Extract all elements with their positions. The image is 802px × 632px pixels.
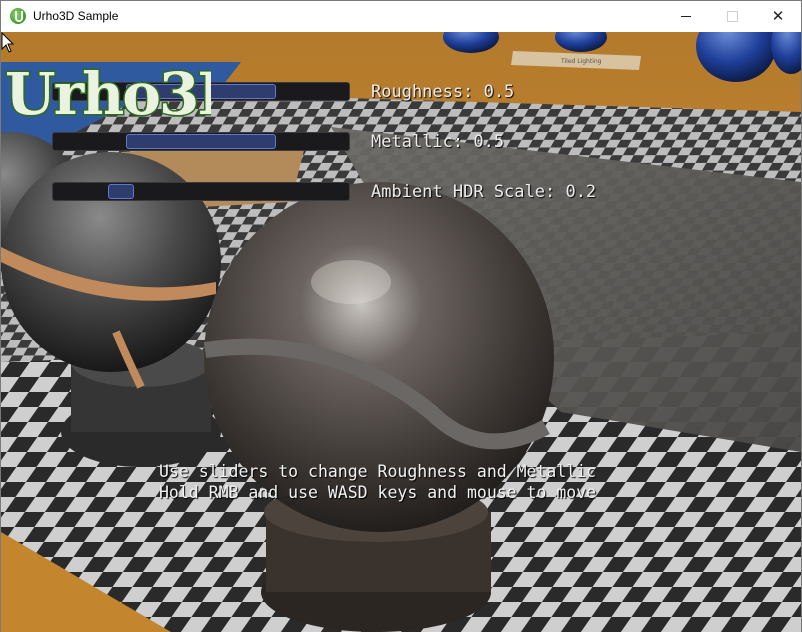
maximize-button[interactable] [709, 1, 755, 32]
ambient-hdr-scale-slider[interactable] [52, 182, 350, 201]
metallic-label: Metallic: 0.5 [371, 132, 505, 152]
ambient-hdr-scale-label: Ambient HDR Scale: 0.2 [371, 182, 597, 202]
app-window: Urho3D Sample ✕ Tiled Lighting Roughness… [0, 0, 802, 632]
urho3d-app-icon [10, 8, 26, 24]
roughness-label: Roughness: 0.5 [371, 82, 515, 102]
window-title: Urho3D Sample [33, 9, 119, 23]
urho3d-logo-text: Urho3D [5, 60, 211, 128]
scene-sign-text: Tiled Lighting [560, 58, 602, 65]
instructions-line-1: Use sliders to change Roughness and Meta… [159, 462, 597, 481]
minimize-button[interactable] [663, 1, 709, 32]
title-bar[interactable]: Urho3D Sample ✕ [1, 1, 801, 32]
urho3d-logo: Urho3D [4, 59, 212, 130]
minimize-icon [681, 16, 691, 17]
mouse-cursor-icon [1, 32, 15, 53]
close-icon: ✕ [771, 7, 785, 25]
instructions-line-2: Hold RMB and use WASD keys and mouse to … [159, 483, 597, 502]
3d-viewport[interactable]: Tiled Lighting Roughness: 0.5 Metallic: … [1, 32, 801, 632]
close-button[interactable]: ✕ [755, 1, 801, 32]
maximize-icon [726, 11, 738, 22]
ambient-hdr-scale-slider-handle[interactable] [107, 184, 134, 199]
instructions-text: Use sliders to change Roughness and Meta… [159, 461, 596, 503]
